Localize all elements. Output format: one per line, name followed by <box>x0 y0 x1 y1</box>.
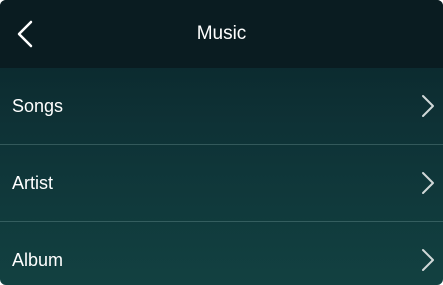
chevron-right-icon <box>422 249 434 271</box>
chevron-right-icon <box>422 172 434 194</box>
back-button[interactable] <box>8 17 42 51</box>
music-menu-list: Songs Artist Album <box>0 68 443 285</box>
menu-item-label: Artist <box>12 173 54 193</box>
menu-item-artist[interactable]: Artist <box>0 145 443 221</box>
menu-item-songs[interactable]: Songs <box>0 68 443 144</box>
chevron-left-icon <box>17 20 33 48</box>
header-bar: Music <box>0 0 443 68</box>
chevron-right-icon <box>422 95 434 117</box>
page-title: Music <box>196 23 247 44</box>
music-screen: Music Songs Artist Album <box>0 0 443 285</box>
menu-item-label: Album <box>12 250 64 270</box>
menu-item-label: Songs <box>12 96 64 116</box>
menu-item-album[interactable]: Album <box>0 222 443 285</box>
